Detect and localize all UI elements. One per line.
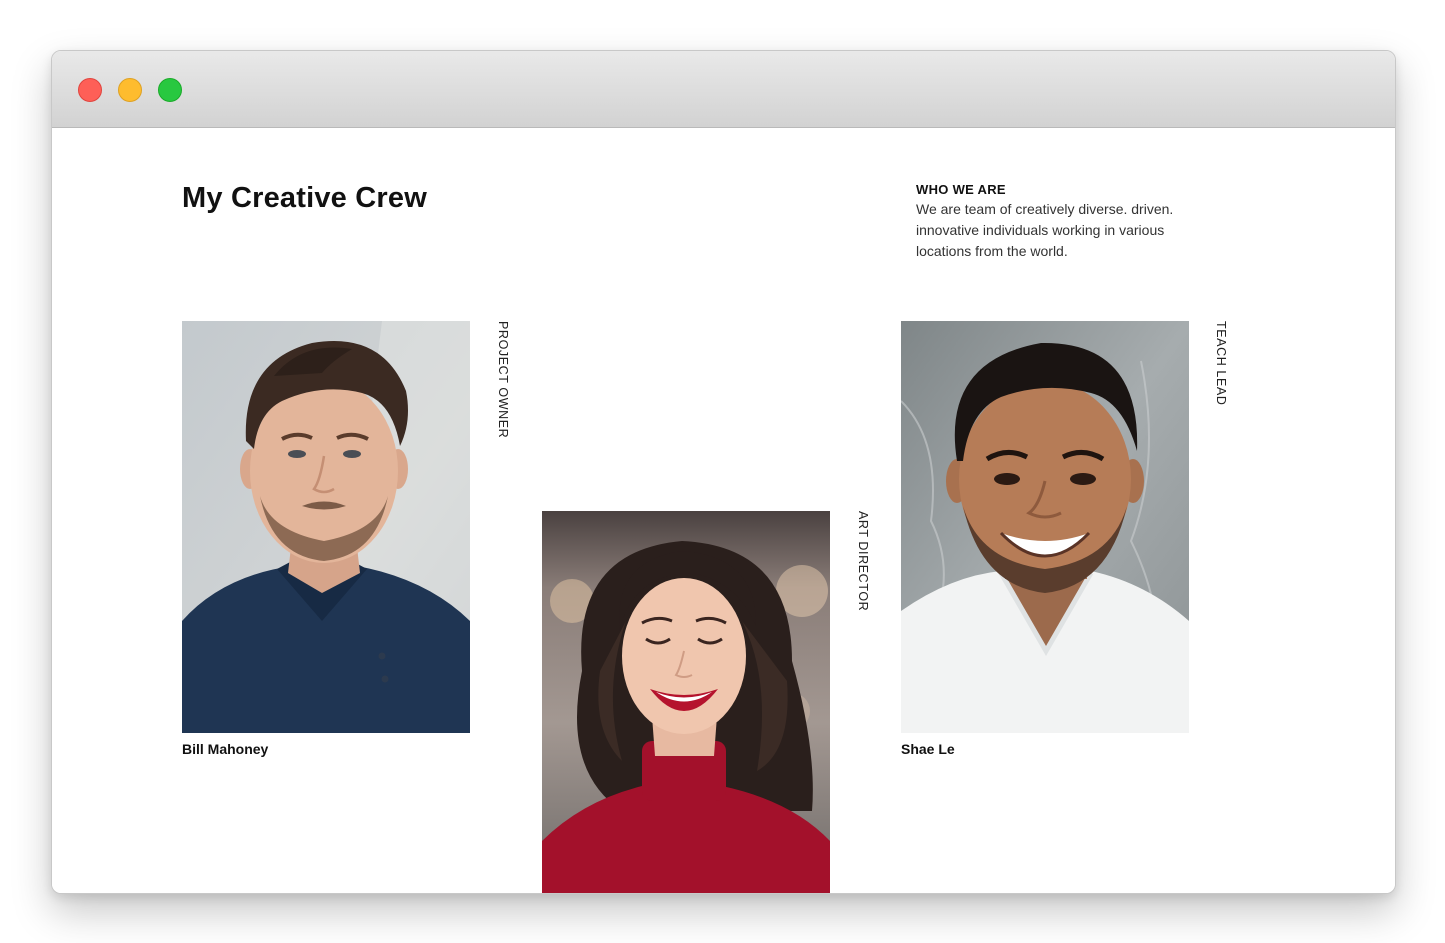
member-role: ART DIRECTOR	[856, 511, 870, 612]
member-name: Bill Mahoney	[182, 741, 269, 757]
page-title: My Creative Crew	[182, 182, 427, 214]
man-portrait-image	[901, 321, 1189, 733]
browser-window: My Creative Crew WHO WE ARE We are team …	[51, 50, 1396, 894]
member-role: PROJECT OWNER	[496, 321, 510, 439]
about-text: We are team of creatively diverse. drive…	[916, 201, 1174, 259]
member-name: Shae Le	[901, 741, 955, 757]
member-photo	[901, 321, 1189, 733]
man-portrait-image	[182, 321, 470, 733]
member-photo	[542, 511, 830, 893]
team-member-card: ART DIRECTOR	[542, 511, 882, 893]
member-photo	[182, 321, 470, 733]
about-section: WHO WE ARE We are team of creatively div…	[916, 182, 1216, 262]
team-member-card: TEACH LEAD Shae Le	[901, 321, 1241, 761]
about-heading: WHO WE ARE	[916, 182, 1006, 197]
close-window-button[interactable]	[78, 78, 102, 102]
page-content: My Creative Crew WHO WE ARE We are team …	[52, 128, 1395, 893]
woman-portrait-image	[542, 511, 830, 893]
team-member-card: PROJECT OWNER Bill Mahoney	[182, 321, 522, 761]
member-role: TEACH LEAD	[1214, 321, 1228, 406]
minimize-window-button[interactable]	[118, 78, 142, 102]
maximize-window-button[interactable]	[158, 78, 182, 102]
window-titlebar	[52, 51, 1395, 128]
